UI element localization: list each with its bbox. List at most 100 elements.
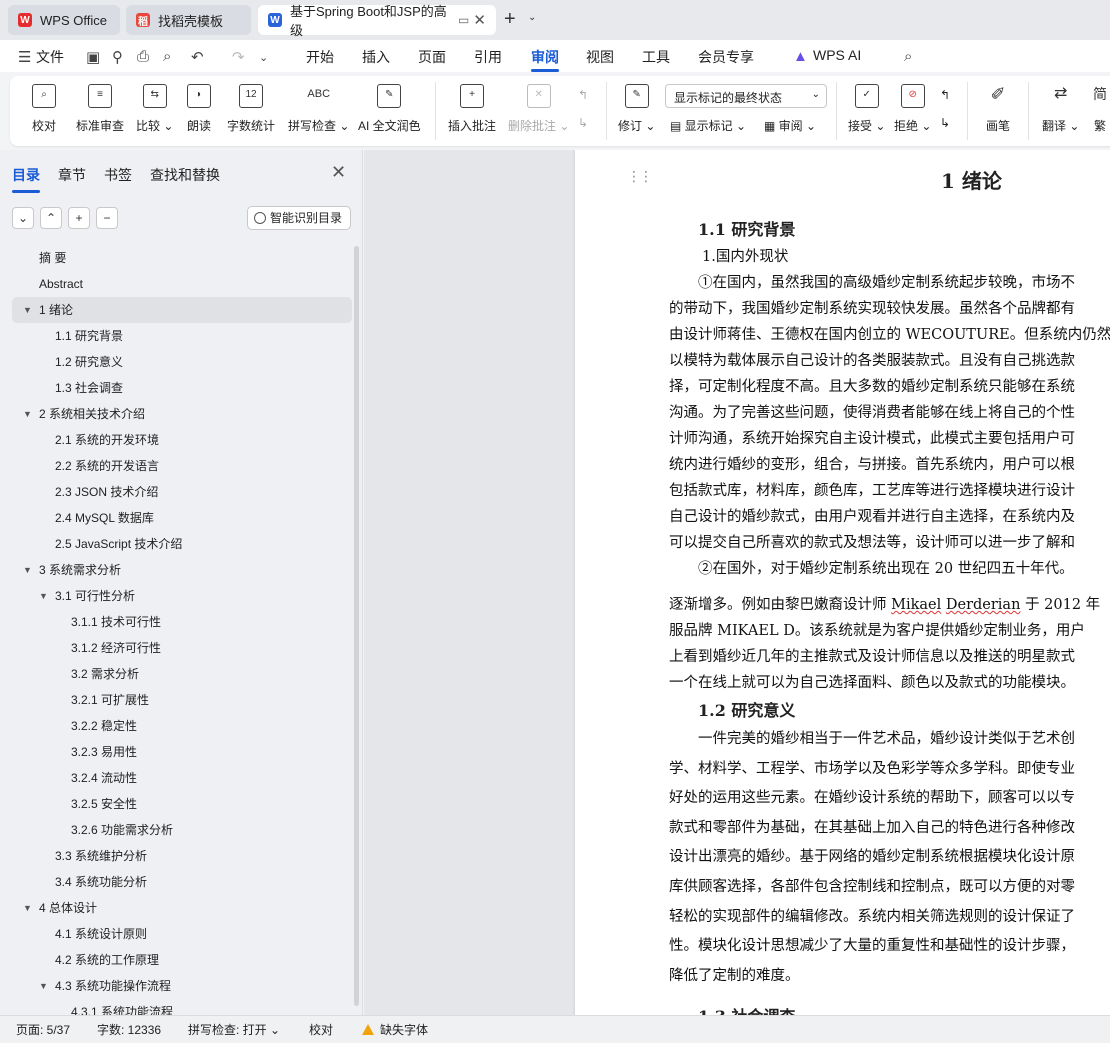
toc-item[interactable]: 3.1.2 经济可行性	[12, 635, 352, 661]
traditional-chinese-button[interactable]: 简繁	[1088, 84, 1110, 134]
menu-member[interactable]: 会员专享	[698, 47, 754, 67]
toc-item[interactable]: ▼ 4.3 系统功能操作流程	[12, 973, 352, 999]
nav-tab-find-replace[interactable]: 查找和替换	[150, 165, 220, 185]
translate-button[interactable]: ⇄ 翻译 ⌄	[1042, 84, 1079, 134]
toc-scrollbar[interactable]	[354, 246, 359, 1006]
tab-current-document[interactable]: W 基于Spring Boot和JSP的高级 ▭ ✕	[258, 4, 496, 38]
word-count-button[interactable]: 12 字数统计	[227, 84, 275, 134]
collapse-chevron-up-icon[interactable]: ⌃	[40, 207, 62, 229]
toc-item[interactable]: 2.3 JSON 技术介绍	[12, 479, 352, 505]
menu-view[interactable]: 视图	[586, 47, 614, 67]
accept-button[interactable]: ✓ 接受 ⌄	[848, 84, 885, 134]
close-icon[interactable]: ✕	[331, 162, 346, 183]
toc-item[interactable]: 1.3 社会调查	[12, 375, 352, 401]
toc-item[interactable]: 1.2 研究意义	[12, 349, 352, 375]
word-count[interactable]: 字数: 12336	[97, 1021, 161, 1038]
show-markup-button[interactable]: ▤ 显示标记 ⌄	[670, 117, 746, 134]
toc-item[interactable]: 2.1 系统的开发环境	[12, 427, 352, 453]
delete-comment-button[interactable]: ✕ 删除批注 ⌄	[508, 84, 569, 134]
toc-item[interactable]: 2.5 JavaScript 技术介绍	[12, 531, 352, 557]
hamburger-icon[interactable]: ☰	[18, 48, 31, 66]
review-pane-button[interactable]: ▦ 审阅 ⌄	[764, 117, 816, 134]
add-heading-plus-icon[interactable]: +	[68, 207, 90, 229]
ai-recognize-toc-button[interactable]: 智能识别目录	[247, 206, 351, 230]
previous-change-icon[interactable]: ↰	[940, 88, 950, 102]
toc-item[interactable]: 3.4 系统功能分析	[12, 869, 352, 895]
menu-tools[interactable]: 工具	[642, 47, 670, 67]
new-tab-plus-icon[interactable]: +	[504, 9, 516, 29]
ai-polish-button[interactable]: ✎ AI 全文润色	[358, 84, 421, 134]
toc-item[interactable]: 3.3 系统维护分析	[12, 843, 352, 869]
expand-arrow-icon[interactable]: ▼	[39, 583, 48, 609]
close-icon[interactable]: ✕	[473, 11, 486, 29]
toc-item[interactable]: 3.2.2 稳定性	[12, 713, 352, 739]
expand-arrow-icon[interactable]: ▼	[39, 973, 48, 999]
standard-review-button[interactable]: ≡ 标准审查	[76, 84, 124, 134]
share-icon[interactable]: ⚲	[112, 48, 123, 66]
menu-references[interactable]: 引用	[474, 47, 502, 67]
menu-page[interactable]: 页面	[418, 47, 446, 67]
search-icon[interactable]: ⌕	[904, 48, 912, 65]
next-change-icon[interactable]: ↳	[940, 116, 950, 130]
toc-item[interactable]: ▼ 3 系统需求分析	[12, 557, 352, 583]
expand-arrow-icon[interactable]: ▼	[23, 895, 32, 921]
save-icon[interactable]: ▣	[86, 48, 100, 66]
menu-review[interactable]: 审阅	[531, 47, 559, 67]
menu-wps-ai[interactable]: WPS AI	[813, 47, 861, 63]
chevron-down-icon[interactable]: ⌄	[528, 12, 536, 23]
previous-comment-icon[interactable]: ↰	[578, 88, 588, 102]
nav-tab-bookmarks[interactable]: 书签	[104, 165, 132, 185]
proofread-status[interactable]: 校对	[309, 1021, 333, 1038]
toc-item[interactable]: ▼ 3.1 可行性分析	[12, 583, 352, 609]
toc-item[interactable]: 3.2.3 易用性	[12, 739, 352, 765]
toc-item[interactable]: 3.2.1 可扩展性	[12, 687, 352, 713]
chevron-down-icon[interactable]: ⌄	[259, 51, 268, 64]
menu-insert[interactable]: 插入	[362, 47, 390, 67]
expand-arrow-icon[interactable]: ▼	[23, 297, 32, 323]
insert-comment-button[interactable]: + 插入批注	[448, 84, 496, 134]
print-icon[interactable]: ⎙	[137, 48, 149, 65]
drag-handle-icon[interactable]: ⋮⋮	[627, 168, 653, 185]
reject-button[interactable]: ⊘ 拒绝 ⌄	[894, 84, 931, 134]
tab-docer-templates[interactable]: 稻 找稻壳模板	[126, 5, 251, 35]
track-changes-button[interactable]: ✎ 修订 ⌄	[618, 84, 655, 134]
undo-icon[interactable]: ↶	[191, 48, 204, 66]
menu-home[interactable]: 开始	[306, 47, 334, 67]
toc-item[interactable]: 4.2 系统的工作原理	[12, 947, 352, 973]
tab-wps-office[interactable]: W WPS Office	[8, 5, 120, 35]
remove-heading-minus-icon[interactable]: −	[96, 207, 118, 229]
toc-item[interactable]: 2.4 MySQL 数据库	[12, 505, 352, 531]
next-comment-icon[interactable]: ↳	[578, 116, 588, 130]
expand-chevron-down-icon[interactable]: ⌄	[12, 207, 34, 229]
spell-check-status[interactable]: 拼写检查: 打开 ⌄	[188, 1021, 280, 1038]
toc-item[interactable]: 摘 要	[12, 245, 352, 271]
menu-file[interactable]: 文件	[36, 47, 64, 67]
toc-item[interactable]: ▼ 4 总体设计	[12, 895, 352, 921]
nav-tab-chapters[interactable]: 章节	[58, 165, 86, 185]
toc-item[interactable]: 3.2.4 流动性	[12, 765, 352, 791]
toc-item[interactable]: 1.1 研究背景	[12, 323, 352, 349]
toc-item[interactable]: 4.1 系统设计原则	[12, 921, 352, 947]
toc-item[interactable]: 3.1.1 技术可行性	[12, 609, 352, 635]
toc-item[interactable]: Abstract	[12, 271, 352, 297]
nav-tab-toc[interactable]: 目录	[12, 165, 40, 185]
redo-icon[interactable]: ↷	[232, 48, 245, 66]
read-aloud-button[interactable]: ◗ 朗读	[187, 84, 211, 134]
pen-button[interactable]: ✐ 画笔	[986, 84, 1010, 134]
spell-check-button[interactable]: ABC 拼写检查 ⌄	[288, 84, 349, 134]
toc-item[interactable]: ▼ 2 系统相关技术介绍	[12, 401, 352, 427]
document-page[interactable]: ⋮⋮ 1 绪论 1.1 研究背景 1.国内外现状 ①在国内，虽然我国的高级婚纱定…	[575, 150, 1110, 1015]
toc-item[interactable]: 3.2.5 安全性	[12, 791, 352, 817]
toc-item[interactable]: 3.2 需求分析	[12, 661, 352, 687]
monitor-icon[interactable]: ▭	[458, 13, 469, 27]
markup-display-select[interactable]: 显示标记的最终状态 ⌄	[665, 84, 827, 108]
expand-arrow-icon[interactable]: ▼	[23, 557, 32, 583]
wps-ai-icon[interactable]: ▲	[793, 48, 808, 65]
page-indicator[interactable]: 页面: 5/37	[16, 1021, 70, 1038]
proofread-button[interactable]: ⌕ 校对	[32, 84, 56, 134]
expand-arrow-icon[interactable]: ▼	[23, 401, 32, 427]
toc-item[interactable]: 2.2 系统的开发语言	[12, 453, 352, 479]
missing-font-status[interactable]: 缺失字体	[362, 1021, 428, 1038]
toc-item[interactable]: ▼ 1 绪论	[12, 297, 352, 323]
print-preview-icon[interactable]: ⌕	[163, 48, 171, 65]
